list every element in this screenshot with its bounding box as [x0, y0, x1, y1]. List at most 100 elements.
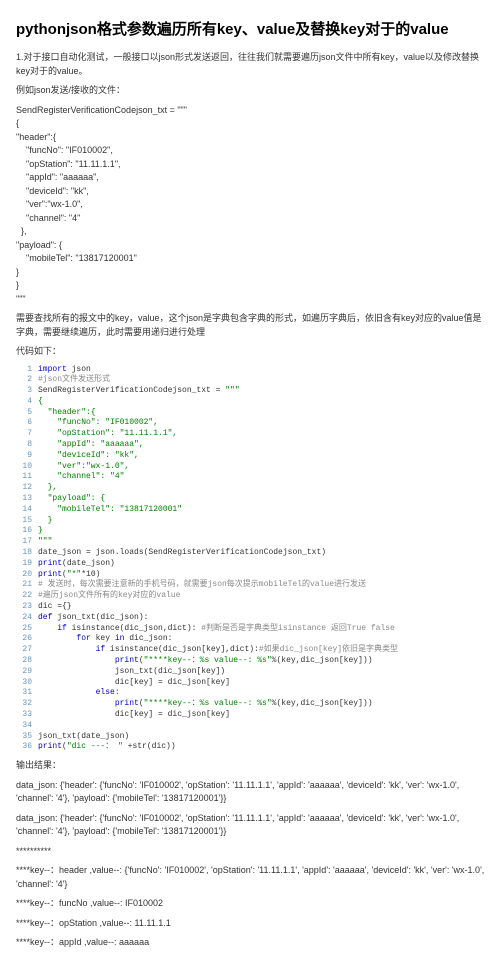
code-line: 1import json [16, 365, 488, 376]
code-line: 6 "funcNo": "IF010002", [16, 418, 488, 429]
output-line: ****key--：opStation ,value--: 11.11.1.1 [16, 917, 488, 931]
line-number: 27 [16, 645, 38, 656]
code-text: "header":{ [38, 408, 96, 419]
code-line: 17""" [16, 537, 488, 548]
code-text: import json [38, 365, 91, 376]
code-text: "mobileTel": "13817120001" [38, 505, 182, 516]
code-text: """ [38, 537, 52, 548]
line-number: 34 [16, 721, 38, 732]
line-number: 20 [16, 570, 38, 581]
code-line: 4{ [16, 397, 488, 408]
line-number: 24 [16, 613, 38, 624]
code-line: 20print("*"*10) [16, 570, 488, 581]
code-text: dic ={} [38, 602, 72, 613]
code-text: "ver":"wx-1.0", [38, 462, 129, 473]
output-line: ****key--：appId ,value--: aaaaaa [16, 936, 488, 950]
code-line: 22#遍历json⽂件所有的key对应的value [16, 591, 488, 602]
paragraph-code-label: 代码如下： [16, 345, 488, 359]
line-number: 26 [16, 634, 38, 645]
code-line: 9 "deviceId": "kk", [16, 451, 488, 462]
line-number: 15 [16, 516, 38, 527]
json-sample-block: SendRegisterVerificationCodejson_txt = "… [16, 104, 488, 307]
code-text: json_txt(date_json) [38, 732, 129, 743]
code-line: 14 "mobileTel": "13817120001" [16, 505, 488, 516]
line-number: 18 [16, 548, 38, 559]
line-number: 4 [16, 397, 38, 408]
line-number: 29 [16, 667, 38, 678]
output-line: ****key--：funcNo ,value--: IF010002 [16, 897, 488, 911]
paragraph-intro: 1.对于接口自动化测试，一般接口以json形式发送返回，往往我们就需要遍历jso… [16, 51, 488, 78]
code-line: 2#json文件发送形式 [16, 375, 488, 386]
code-line: 33 dic[key] = dic_json[key] [16, 710, 488, 721]
code-text: } [38, 516, 52, 527]
code-line: 32 print("****key--：%s value--: %s"%(key… [16, 699, 488, 710]
line-number: 25 [16, 624, 38, 635]
line-number: 9 [16, 451, 38, 462]
code-text: }, [38, 483, 57, 494]
line-number: 22 [16, 591, 38, 602]
code-text: dic[key] = dic_json[key] [38, 710, 230, 721]
line-number: 10 [16, 462, 38, 473]
line-number: 36 [16, 742, 38, 753]
code-line: 7 "opStation": "11.11.1.1", [16, 429, 488, 440]
code-text: if isinstance(dic_json[key],dict):#如果dic… [38, 645, 398, 656]
line-number: 16 [16, 526, 38, 537]
output-line: ********** [16, 845, 488, 859]
code-line: 10 "ver":"wx-1.0", [16, 462, 488, 473]
code-text: "opStation": "11.11.1.1", [38, 429, 177, 440]
line-number: 12 [16, 483, 38, 494]
line-number: 5 [16, 408, 38, 419]
code-text: { [38, 397, 43, 408]
code-text: json_txt(dic_json[key]) [38, 667, 225, 678]
code-text: print("dic ---： " +str(dic)) [38, 742, 176, 753]
line-number: 2 [16, 375, 38, 386]
code-line: 36print("dic ---： " +str(dic)) [16, 742, 488, 753]
code-line: 12 }, [16, 483, 488, 494]
code-text: print("****key--：%s value--: %s"%(key,di… [38, 699, 373, 710]
code-text: for key in dic_json: [38, 634, 172, 645]
code-line: 5 "header":{ [16, 408, 488, 419]
line-number: 23 [16, 602, 38, 613]
code-text: def json_txt(dic_json): [38, 613, 148, 624]
output-line: data_json: {'header': {'funcNo': 'IF0100… [16, 812, 488, 839]
line-number: 35 [16, 732, 38, 743]
code-text: "deviceId": "kk", [38, 451, 139, 462]
code-text: SendRegisterVerificationCodejson_txt = "… [38, 386, 240, 397]
code-line: 25 if isinstance(dic_json,dict): #判断是否是字… [16, 624, 488, 635]
code-line: 30 dic[key] = dic_json[key] [16, 678, 488, 689]
line-number: 33 [16, 710, 38, 721]
line-number: 3 [16, 386, 38, 397]
code-text: if isinstance(dic_json,dict): #判断是否是字典类型… [38, 624, 395, 635]
code-line: 35json_txt(date_json) [16, 732, 488, 743]
line-number: 14 [16, 505, 38, 516]
code-text: "channel": "4" [38, 472, 124, 483]
code-line: 19print(date_json) [16, 559, 488, 570]
code-text: "payload": { [38, 494, 105, 505]
code-text: #遍历json⽂件所有的key对应的value [38, 591, 180, 602]
paragraph-example-label: 例如json发送/接收的文件： [16, 84, 488, 98]
code-text: } [38, 526, 43, 537]
code-line: 21# 发送时，每次需要注意新的⼿机号码，就需要json每次提示mobileTe… [16, 580, 488, 591]
code-line: 34 [16, 721, 488, 732]
line-number: 8 [16, 440, 38, 451]
paragraph-explain: 需要查找所有的报文中的key，value，这个json是字典包含字典的形式，如遍… [16, 312, 488, 339]
code-line: 11 "channel": "4" [16, 472, 488, 483]
output-line: ****key--：header ,value--: {'funcNo': 'I… [16, 864, 488, 891]
code-text: dic[key] = dic_json[key] [38, 678, 230, 689]
page-title: pythonjson格式参数遍历所有key、value及替换key对于的valu… [16, 18, 488, 39]
code-line: 3SendRegisterVerificationCodejson_txt = … [16, 386, 488, 397]
line-number: 28 [16, 656, 38, 667]
line-number: 13 [16, 494, 38, 505]
code-text: print("*"*10) [38, 570, 100, 581]
code-text: # 发送时，每次需要注意新的⼿机号码，就需要json每次提示mobileTel的… [38, 580, 366, 591]
output-line: data_json: {'header': {'funcNo': 'IF0100… [16, 779, 488, 806]
code-line: 13 "payload": { [16, 494, 488, 505]
code-text: else: [38, 688, 120, 699]
paragraph-output-label: 输出结果： [16, 759, 488, 773]
code-line: 28 print("****key--：%s value--: %s"%(key… [16, 656, 488, 667]
line-number: 32 [16, 699, 38, 710]
code-line: 18date_json = json.loads(SendRegisterVer… [16, 548, 488, 559]
code-text: "appId": "aaaaaa", [38, 440, 144, 451]
code-line: 15 } [16, 516, 488, 527]
line-number: 17 [16, 537, 38, 548]
